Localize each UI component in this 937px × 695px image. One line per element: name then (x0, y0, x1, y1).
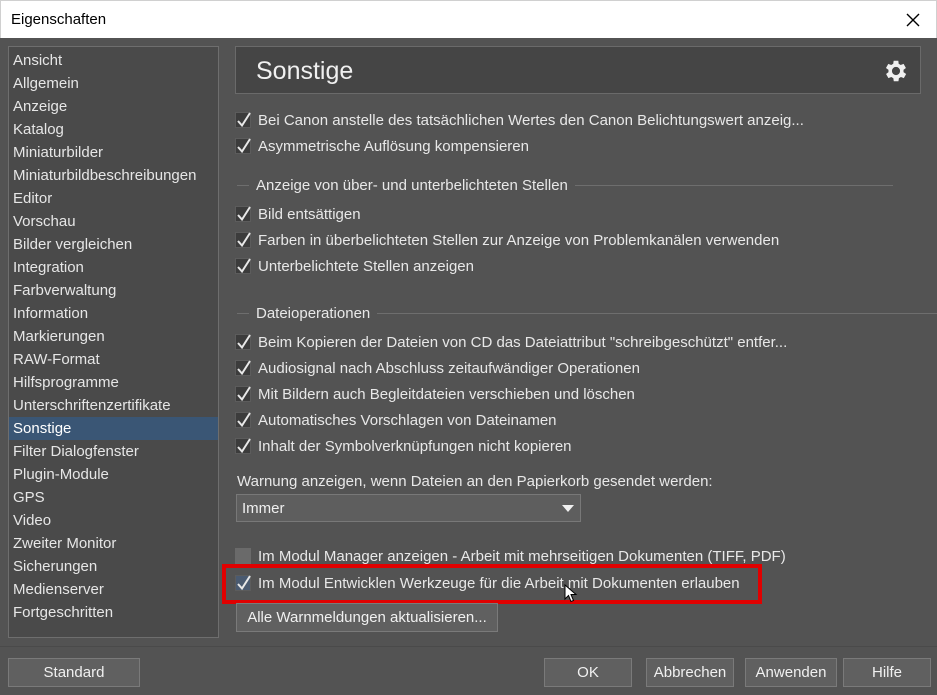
checkmark-icon (237, 138, 251, 154)
page-title: Sonstige (256, 57, 354, 85)
divider (377, 312, 937, 314)
sidebar-item-gps[interactable]: GPS (9, 486, 218, 509)
divider (237, 184, 249, 186)
group-fileops-title: Dateioperationen (256, 304, 371, 322)
panel-header: Sonstige (235, 46, 921, 94)
standard-button[interactable]: Standard (8, 658, 140, 687)
close-button[interactable] (890, 1, 936, 39)
sidebar-item-sonstige[interactable]: Sonstige (9, 417, 218, 440)
checkbox-row-underexposed: Unterbelichtete Stellen anzeigen (235, 256, 474, 276)
checkbox-row-canon-exposure: Bei Canon anstelle des tatsächlichen Wer… (235, 110, 804, 130)
sidecar-files-checkbox[interactable] (235, 386, 251, 402)
gear-icon[interactable] (882, 57, 910, 85)
refresh-warnings-button[interactable]: Alle Warnmeldungen aktualisieren... (236, 603, 498, 632)
develop-documents-label: Im Modul Entwicklen Werkzeuge für die Ar… (258, 574, 740, 592)
checkbox-row-problem-channels: Farben in überbelichteten Stellen zur An… (235, 230, 779, 250)
cancel-button[interactable]: Abbrechen (646, 658, 734, 687)
sidebar-item-vorschau[interactable]: Vorschau (9, 210, 218, 233)
divider (0, 646, 937, 647)
checkbox-row-symlinks: Inhalt der Symbolverknüpfungen nicht kop… (235, 436, 572, 456)
underexposed-label: Unterbelichtete Stellen anzeigen (258, 257, 474, 275)
group-exposure-title: Anzeige von über- und unterbelichteten S… (256, 176, 568, 194)
canon-exposure-checkbox[interactable] (235, 112, 251, 128)
sidebar-item-ansicht[interactable]: Ansicht (9, 49, 218, 72)
checkmark-icon (237, 412, 251, 428)
sidebar-item-miniaturbildbeschreibungen[interactable]: Miniaturbildbeschreibungen (9, 164, 218, 187)
sidebar-item-video[interactable]: Video (9, 509, 218, 532)
title-bar: Eigenschaften (0, 0, 937, 38)
checkbox-row-manager-multipage: Im Modul Manager anzeigen - Arbeit mit m… (235, 546, 786, 566)
sidebar-item-information[interactable]: Information (9, 302, 218, 325)
underexposed-checkbox[interactable] (235, 258, 251, 274)
chevron-down-icon (562, 505, 574, 512)
trash-warning-value: Immer (242, 500, 285, 517)
trash-warning-select[interactable]: Immer (236, 494, 581, 522)
sidebar-item-allgemein[interactable]: Allgemein (9, 72, 218, 95)
group-fileops-header: Dateioperationen (237, 303, 937, 323)
manager-multipage-label: Im Modul Manager anzeigen - Arbeit mit m… (258, 547, 786, 565)
sidecar-files-label: Mit Bildern auch Begleitdateien verschie… (258, 385, 635, 403)
readonly-attribute-checkbox[interactable] (235, 334, 251, 350)
problem-channels-label: Farben in überbelichteten Stellen zur An… (258, 231, 780, 249)
canon-exposure-label: Bei Canon anstelle des tatsächlichen Wer… (258, 111, 804, 129)
sidebar-item-editor[interactable]: Editor (9, 187, 218, 210)
sidebar-item-integration[interactable]: Integration (9, 256, 218, 279)
sidebar: Ansicht Allgemein Anzeige Katalog Miniat… (8, 46, 219, 638)
sidebar-item-raw-format[interactable]: RAW-Format (9, 348, 218, 371)
audio-signal-label: Audiosignal nach Abschluss zeitaufwändig… (258, 359, 640, 377)
sidebar-item-sicherungen[interactable]: Sicherungen (9, 555, 218, 578)
checkmark-icon (237, 360, 251, 376)
checkmark-icon (237, 112, 251, 128)
checkmark-icon (237, 232, 251, 248)
checkbox-row-develop-documents: Im Modul Entwicklen Werkzeuge für die Ar… (235, 573, 740, 593)
checkmark-icon (237, 258, 251, 274)
asymmetric-resolution-checkbox[interactable] (235, 138, 251, 154)
sidebar-item-plugin-module[interactable]: Plugin-Module (9, 463, 218, 486)
checkmark-icon (237, 386, 251, 402)
desaturate-label: Bild entsättigen (258, 205, 361, 223)
sidebar-item-unterschriftenzertifikate[interactable]: Unterschriftenzertifikate (9, 394, 218, 417)
sidebar-item-anzeige[interactable]: Anzeige (9, 95, 218, 118)
sidebar-item-hilfsprogramme[interactable]: Hilfsprogramme (9, 371, 218, 394)
checkbox-row-audio-signal: Audiosignal nach Abschluss zeitaufwändig… (235, 358, 640, 378)
sidebar-item-farbverwaltung[interactable]: Farbverwaltung (9, 279, 218, 302)
divider (237, 312, 249, 314)
manager-multipage-checkbox[interactable] (235, 548, 251, 564)
sidebar-item-bilder-vergleichen[interactable]: Bilder vergleichen (9, 233, 218, 256)
checkbox-row-sidecar: Mit Bildern auch Begleitdateien verschie… (235, 384, 635, 404)
sidebar-item-fortgeschritten[interactable]: Fortgeschritten (9, 601, 218, 624)
sidebar-item-filter-dialogfenster[interactable]: Filter Dialogfenster (9, 440, 218, 463)
asymmetric-resolution-label: Asymmetrische Auflösung kompensieren (258, 137, 529, 155)
checkbox-row-asymmetric: Asymmetrische Auflösung kompensieren (235, 136, 529, 156)
checkmark-icon (237, 575, 251, 591)
filename-suggest-label: Automatisches Vorschlagen von Dateinamen (258, 411, 557, 429)
group-exposure-header: Anzeige von über- und unterbelichteten S… (237, 175, 893, 195)
close-icon (906, 13, 920, 27)
sidebar-item-markierungen[interactable]: Markierungen (9, 325, 218, 348)
checkbox-row-readonly: Beim Kopieren der Dateien von CD das Dat… (235, 332, 787, 352)
problem-channels-checkbox[interactable] (235, 232, 251, 248)
symlinks-label: Inhalt der Symbolverknüpfungen nicht kop… (258, 437, 572, 455)
sidebar-item-katalog[interactable]: Katalog (9, 118, 218, 141)
audio-signal-checkbox[interactable] (235, 360, 251, 376)
develop-documents-checkbox[interactable] (235, 575, 251, 591)
sidebar-item-medienserver[interactable]: Medienserver (9, 578, 218, 601)
checkmark-icon (237, 206, 251, 222)
apply-button[interactable]: Anwenden (745, 658, 837, 687)
window-title: Eigenschaften (11, 11, 107, 28)
filename-suggest-checkbox[interactable] (235, 412, 251, 428)
trash-warning-label: Warnung anzeigen, wenn Dateien an den Pa… (237, 473, 713, 490)
checkmark-icon (237, 334, 251, 350)
desaturate-checkbox[interactable] (235, 206, 251, 222)
help-button[interactable]: Hilfe (843, 658, 931, 687)
symlinks-checkbox[interactable] (235, 438, 251, 454)
checkbox-row-desaturate: Bild entsättigen (235, 204, 361, 224)
divider (574, 184, 893, 186)
checkbox-row-filename-suggest: Automatisches Vorschlagen von Dateinamen (235, 410, 557, 430)
ok-button[interactable]: OK (544, 658, 632, 687)
sidebar-item-miniaturbilder[interactable]: Miniaturbilder (9, 141, 218, 164)
readonly-attribute-label: Beim Kopieren der Dateien von CD das Dat… (258, 333, 788, 351)
checkmark-icon (237, 438, 251, 454)
sidebar-item-zweiter-monitor[interactable]: Zweiter Monitor (9, 532, 218, 555)
